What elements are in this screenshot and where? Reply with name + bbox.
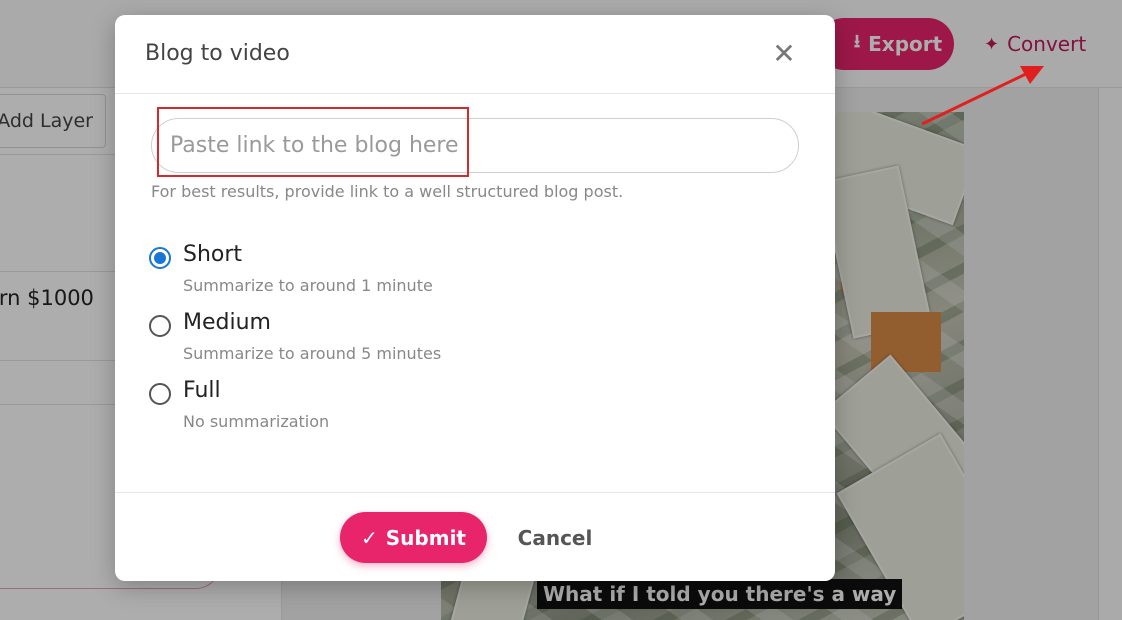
radio-full[interactable]	[149, 383, 171, 405]
check-icon: ✓	[361, 525, 378, 550]
option-full[interactable]: Full No summarization	[149, 378, 549, 442]
radio-short[interactable]	[149, 247, 171, 269]
option-description: No summarization	[183, 412, 330, 431]
blog-url-input[interactable]	[151, 118, 799, 173]
option-short[interactable]: Short Summarize to around 1 minute	[149, 242, 549, 306]
option-description: Summarize to around 5 minutes	[183, 344, 442, 363]
dialog-title: Blog to video	[145, 41, 290, 66]
close-button[interactable]: ✕	[769, 39, 799, 69]
radio-medium[interactable]	[149, 315, 171, 337]
option-label: Medium	[183, 310, 271, 335]
dialog-header: Blog to video ✕	[115, 15, 835, 94]
dialog-footer: ✓ Submit Cancel	[115, 492, 835, 581]
option-label: Short	[183, 242, 243, 267]
option-label: Full	[183, 378, 221, 403]
blog-to-video-dialog: Blog to video ✕ For best results, provid…	[115, 15, 835, 581]
submit-label: Submit	[385, 525, 466, 550]
url-help-text: For best results, provide link to a well…	[151, 182, 624, 201]
submit-button[interactable]: ✓ Submit	[340, 512, 487, 563]
option-description: Summarize to around 1 minute	[183, 276, 433, 295]
option-medium[interactable]: Medium Summarize to around 5 minutes	[149, 310, 549, 374]
close-icon: ✕	[772, 37, 796, 70]
cancel-button[interactable]: Cancel	[507, 512, 603, 563]
